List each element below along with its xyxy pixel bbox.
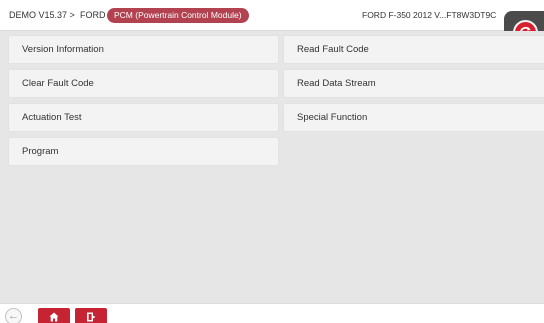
- function-menu: Version Information Clear Fault Code Act…: [0, 31, 544, 303]
- breadcrumb-current-module: PCM (Powertrain Control Module): [107, 8, 249, 23]
- read-data-stream-button[interactable]: Read Data Stream: [283, 69, 544, 98]
- clear-fault-code-button[interactable]: Clear Fault Code: [8, 69, 279, 98]
- diagnostic-app: DEMO V15.37 > FORD > PCM (Powertrain Con…: [0, 0, 544, 323]
- breadcrumb-demo[interactable]: DEMO V15.37 >: [9, 10, 75, 20]
- vehicle-info: FORD F-350 2012 V...FT8W3DT9C: [362, 10, 497, 20]
- top-bar: DEMO V15.37 > FORD > PCM (Powertrain Con…: [0, 0, 544, 31]
- program-button[interactable]: Program: [8, 137, 279, 166]
- back-button[interactable]: ←: [5, 308, 22, 323]
- home-button[interactable]: [38, 308, 70, 323]
- actuation-test-button[interactable]: Actuation Test: [8, 103, 279, 132]
- exit-button[interactable]: [75, 308, 107, 323]
- bottom-toolbar: ←: [0, 303, 544, 323]
- read-fault-code-button[interactable]: Read Fault Code: [283, 35, 544, 64]
- version-information-button[interactable]: Version Information: [8, 35, 279, 64]
- home-icon: [49, 312, 59, 322]
- special-function-button[interactable]: Special Function: [283, 103, 544, 132]
- back-arrow-icon: ←: [8, 310, 19, 322]
- exit-icon: [87, 312, 96, 322]
